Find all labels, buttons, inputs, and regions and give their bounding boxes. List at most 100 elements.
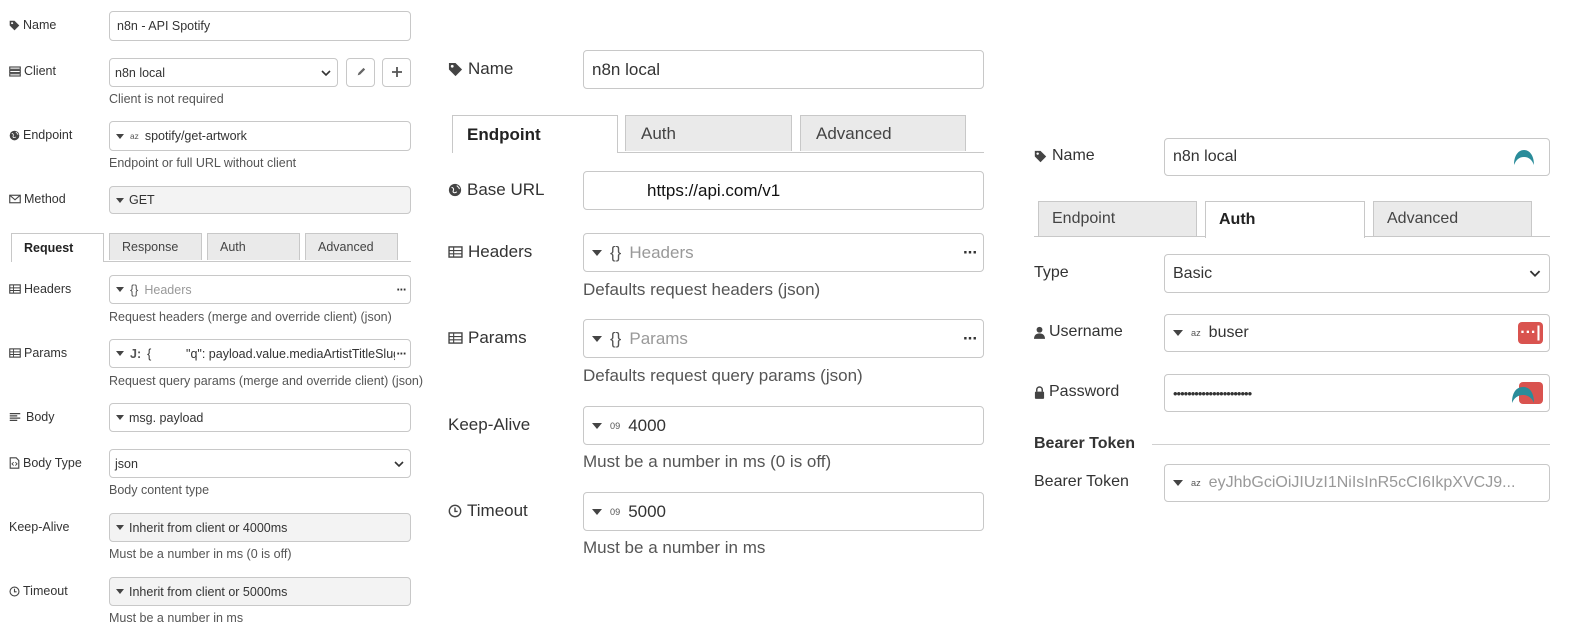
caret-down-icon[interactable] (116, 415, 124, 420)
align-left-icon (9, 412, 21, 422)
number-type-icon: 09 (610, 506, 621, 517)
caret-down-icon[interactable] (1173, 330, 1183, 336)
section-divider (1152, 444, 1550, 445)
password-manager-key-icon[interactable]: ···| (1518, 322, 1543, 344)
endpoint-input[interactable]: az spotify/get-artwork (109, 121, 411, 151)
bearer-token-label: Bearer Token (1034, 473, 1129, 490)
body-input[interactable]: msg. payload (109, 403, 411, 432)
expand-editor-button[interactable]: ··· (963, 243, 978, 263)
jsonata-type-icon: J: (130, 346, 142, 361)
table-icon (9, 348, 21, 358)
clock-icon (9, 585, 20, 597)
timeout-input[interactable]: 09 5000 (583, 492, 984, 531)
tab-endpoint[interactable]: Endpoint (452, 115, 618, 153)
name-input[interactable]: n8n local (1164, 138, 1550, 176)
envelope-icon (9, 194, 21, 204)
globe-icon (9, 130, 20, 141)
caret-down-icon[interactable] (592, 508, 602, 515)
password-input[interactable]: •••••••••••••••••••••• (1164, 374, 1550, 412)
caret-down-icon[interactable] (116, 287, 124, 292)
body-label: Body (9, 410, 55, 424)
tab-auth[interactable]: Auth (625, 115, 792, 151)
timeout-label: Timeout (9, 584, 68, 598)
timeout-label: Timeout (448, 501, 528, 521)
tab-response[interactable]: Response (109, 233, 202, 260)
string-type-icon: az (1191, 478, 1201, 488)
caret-down-icon[interactable] (116, 525, 124, 530)
lock-icon (1034, 385, 1045, 399)
expand-editor-button[interactable]: ··· (963, 329, 978, 349)
caret-down-icon[interactable] (592, 422, 602, 429)
params-label: Params (448, 328, 527, 348)
globe-icon (448, 183, 462, 197)
password-manager-icon[interactable] (1511, 382, 1543, 409)
params-label: Params (9, 346, 67, 360)
caret-down-icon[interactable] (116, 133, 124, 139)
caret-down-icon[interactable] (116, 197, 124, 203)
caret-down-icon[interactable] (116, 589, 124, 594)
tab-advanced[interactable]: Advanced (800, 115, 966, 151)
password-label: Password (1034, 383, 1119, 401)
timeout-hint: Must be a number in ms (109, 611, 244, 625)
table-icon (448, 332, 463, 344)
body-type-select[interactable]: json (109, 449, 411, 478)
bearer-token-section-title: Bearer Token (1034, 435, 1136, 452)
tab-advanced[interactable]: Advanced (1373, 201, 1532, 236)
timeout-hint: Must be a number in ms (583, 538, 766, 557)
method-select[interactable]: GET (109, 186, 411, 214)
name-label: Name (9, 18, 56, 32)
timeout-input[interactable]: Inherit from client or 5000ms (109, 577, 411, 606)
auth-type-select[interactable]: Basic (1164, 254, 1550, 293)
pencil-icon (356, 66, 366, 80)
type-label: Type (1034, 264, 1069, 281)
name-input[interactable]: n8n - API Spotify (109, 11, 411, 41)
chevron-down-icon (321, 66, 331, 80)
keep-alive-input[interactable]: Inherit from client or 4000ms (109, 513, 411, 542)
params-hint: Request query params (merge and override… (109, 374, 424, 388)
name-input[interactable]: n8n local (583, 50, 984, 89)
headers-hint: Defaults request headers (json) (583, 280, 821, 299)
tab-endpoint[interactable]: Endpoint (1038, 201, 1197, 236)
params-input[interactable]: {} Params ··· (583, 319, 984, 358)
params-input[interactable]: J: { "q": payload.value.mediaArtistTitle… (109, 339, 411, 368)
endpoint-hint: Endpoint or full URL without client (109, 156, 297, 170)
add-client-button[interactable] (382, 58, 411, 87)
json-type-icon: {} (610, 242, 622, 262)
base-url-input[interactable]: https://api.com/v1 (583, 171, 984, 210)
caret-down-icon[interactable] (116, 351, 124, 356)
username-label: Username (1034, 323, 1123, 341)
keep-alive-input[interactable]: 09 4000 (583, 406, 984, 445)
string-type-icon: az (130, 131, 139, 141)
plus-icon (391, 66, 402, 80)
expand-editor-button[interactable]: ··· (394, 346, 407, 361)
tab-request[interactable]: Request (11, 233, 104, 262)
name-label: Name (1034, 147, 1095, 165)
headers-input[interactable]: {} Headers ··· (583, 233, 984, 272)
tag-icon (1034, 150, 1047, 163)
body-type-hint: Body content type (109, 483, 210, 497)
headers-label: Headers (9, 282, 71, 296)
client-select[interactable]: n8n local (109, 58, 338, 87)
username-input[interactable]: az buser ···| (1164, 314, 1550, 352)
body-type-label: Body Type (9, 456, 82, 470)
tab-auth[interactable]: Auth (207, 233, 300, 260)
caret-down-icon[interactable] (592, 335, 602, 342)
tab-advanced[interactable]: Advanced (305, 233, 398, 260)
headers-input[interactable]: {} Headers ··· (109, 275, 411, 304)
tag-icon (9, 20, 20, 31)
chevron-down-icon (394, 457, 404, 471)
chevron-down-icon (1529, 265, 1541, 283)
keep-alive-hint: Must be a number in ms (0 is off) (583, 452, 832, 471)
name-label: Name (448, 59, 513, 79)
code-file-icon (9, 457, 20, 469)
table-icon (9, 284, 21, 294)
bearer-token-input[interactable]: az eyJhbGciOiJIUzI1NiIsInR5cCI6IkpXVCJ9.… (1164, 464, 1550, 502)
string-type-icon: az (1191, 328, 1201, 338)
tab-auth[interactable]: Auth (1205, 201, 1365, 238)
caret-down-icon[interactable] (1173, 480, 1183, 486)
expand-editor-button[interactable]: ··· (397, 283, 407, 297)
caret-down-icon[interactable] (592, 249, 602, 256)
edit-client-button[interactable] (346, 58, 375, 87)
params-hint: Defaults request query params (json) (583, 366, 863, 385)
password-manager-icon[interactable] (1513, 148, 1535, 171)
